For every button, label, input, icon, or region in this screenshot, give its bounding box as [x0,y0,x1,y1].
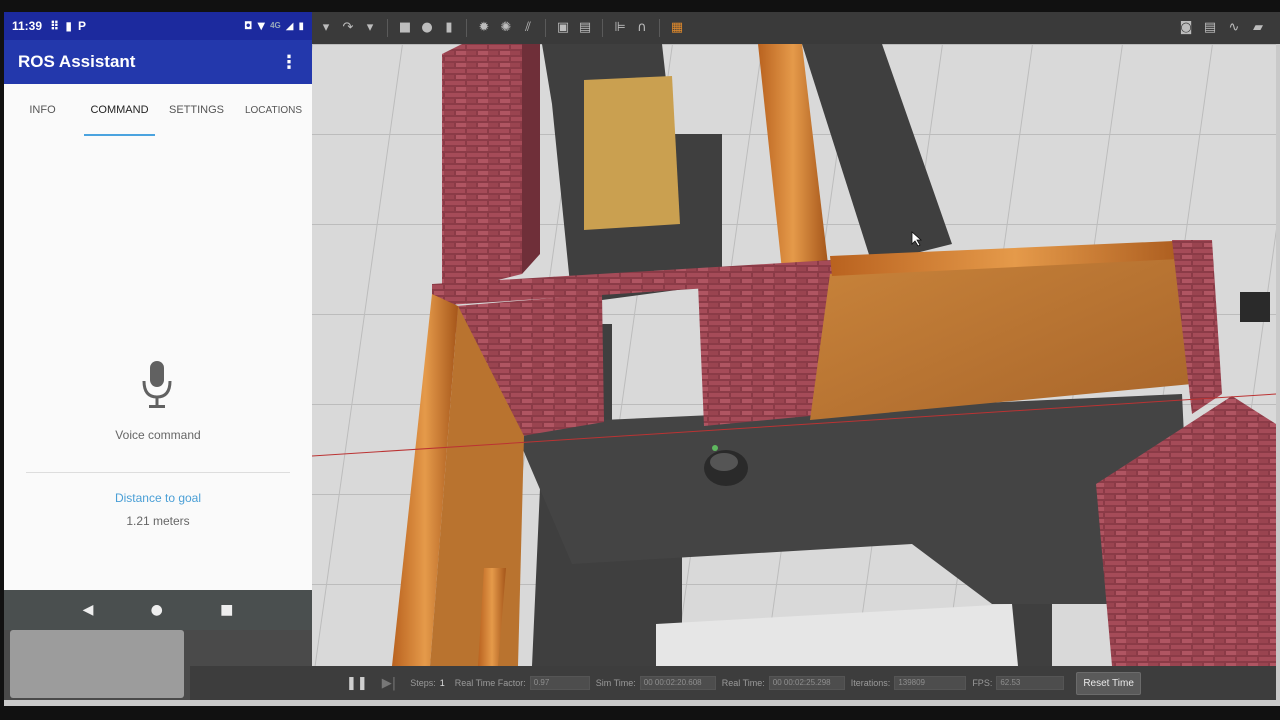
directional-light-icon[interactable]: ⫽ [520,20,536,36]
app-bar: ROS Assistant ⋮ [4,40,312,84]
notification-icon: ▮ [65,19,73,33]
tab-info[interactable]: INFO [4,84,81,136]
align-icon[interactable]: ⊫ [612,20,628,36]
toolbar-separator [602,19,603,37]
rtf-value: 0.97 [529,676,590,690]
box-shape-icon[interactable]: ■ [397,20,413,36]
pause-icon[interactable]: ❚❚ [346,676,368,691]
copy-icon[interactable]: ▣ [555,20,571,36]
scene-render [312,44,1276,666]
phone-screen: 11:39 ⠿ ▮ P ◘ ▼ 4G ◢ ▮ ROS Assistant ⋮ I… [4,12,312,630]
fps-value: 62.53 [996,676,1065,690]
redo-icon[interactable]: ↷ [340,20,356,36]
fps-label: FPS: [972,678,993,688]
change-view-icon[interactable]: ▦ [669,20,685,36]
left-panel [10,630,184,698]
divider [26,472,290,473]
network-type: 4G [270,20,281,30]
toolbar-separator [466,19,467,37]
status-bar: 11:39 ⠿ ▮ P ◘ ▼ 4G ◢ ▮ [4,12,312,40]
dropdown-icon[interactable]: ▾ [318,20,334,36]
command-panel: Voice command Distance to goal 1.21 mete… [4,136,312,602]
overflow-menu-icon[interactable]: ⋮ [280,52,298,73]
toolbar-separator [659,19,660,37]
tab-locations[interactable]: LOCATIONS [235,84,312,136]
parking-icon: P [78,19,87,33]
recents-icon[interactable]: ■ [220,602,233,618]
distance-to-goal-value: 1.21 meters [126,514,190,528]
battery-icon: ▮ [298,20,304,32]
iterations-value: 139809 [894,676,967,690]
home-icon[interactable]: ● [151,602,163,618]
reset-time-button[interactable]: Reset Time [1076,671,1141,695]
sim-time-value: 00 00:02:20.608 [639,676,716,690]
screenshot-icon[interactable]: ◙ [1178,20,1194,36]
spot-light-icon[interactable]: ✺ [498,20,514,36]
status-time: 11:39 [12,19,43,33]
grid-icon: ⠿ [50,19,60,33]
sphere-shape-icon[interactable]: ● [419,20,435,36]
real-time-label: Real Time: [721,678,765,688]
gazebo-3d-viewport[interactable] [312,44,1276,666]
snap-icon[interactable]: ∩ [634,20,650,36]
real-time-value: 00 00:02:25.298 [768,676,845,690]
tab-settings[interactable]: SETTINGS [158,84,235,136]
dropdown-icon[interactable]: ▾ [362,20,378,36]
microphone-icon[interactable] [141,361,173,411]
simulation-statusbar: ❚❚ ▶| Steps: 1 Real Time Factor: 0.97 Si… [190,666,1276,700]
iterations-label: Iterations: [850,678,891,688]
distance-to-goal-label: Distance to goal [114,491,202,505]
gazebo-toolbar: ▾ ↷ ▾ ■ ● ▮ ✹ ✺ ⫽ ▣ ▤ ⊫ ∩ ▦ ◙ ▤ ∿ ▰ [312,12,1280,44]
cylinder-shape-icon[interactable]: ▮ [441,20,457,36]
step-icon[interactable]: ▶| [382,676,396,691]
video-record-icon[interactable]: ▰ [1250,20,1266,36]
toolbar-separator [545,19,546,37]
steps-label: Steps: [410,678,436,688]
sim-time-label: Sim Time: [595,678,636,688]
voice-command-label: Voice command [115,428,201,442]
back-icon[interactable]: ◀ [83,602,94,618]
log-icon[interactable]: ▤ [1202,20,1218,36]
tab-bar: INFO COMMAND SETTINGS LOCATIONS [4,84,312,136]
plot-icon[interactable]: ∿ [1226,20,1242,36]
tab-command[interactable]: COMMAND [81,84,158,136]
app-title: ROS Assistant [18,52,136,71]
steps-value[interactable]: 1 [440,678,445,688]
wifi-icon: ▼ [257,20,266,32]
paste-icon[interactable]: ▤ [577,20,593,36]
signal-icon: ◢ [285,20,294,32]
vibrate-icon: ◘ [244,20,253,32]
android-nav-bar: ◀ ● ■ [4,590,312,630]
point-light-icon[interactable]: ✹ [476,20,492,36]
rtf-label: Real Time Factor: [454,678,526,688]
toolbar-separator [387,19,388,37]
status-icons: ◘ ▼ 4G ◢ ▮ [244,21,304,32]
